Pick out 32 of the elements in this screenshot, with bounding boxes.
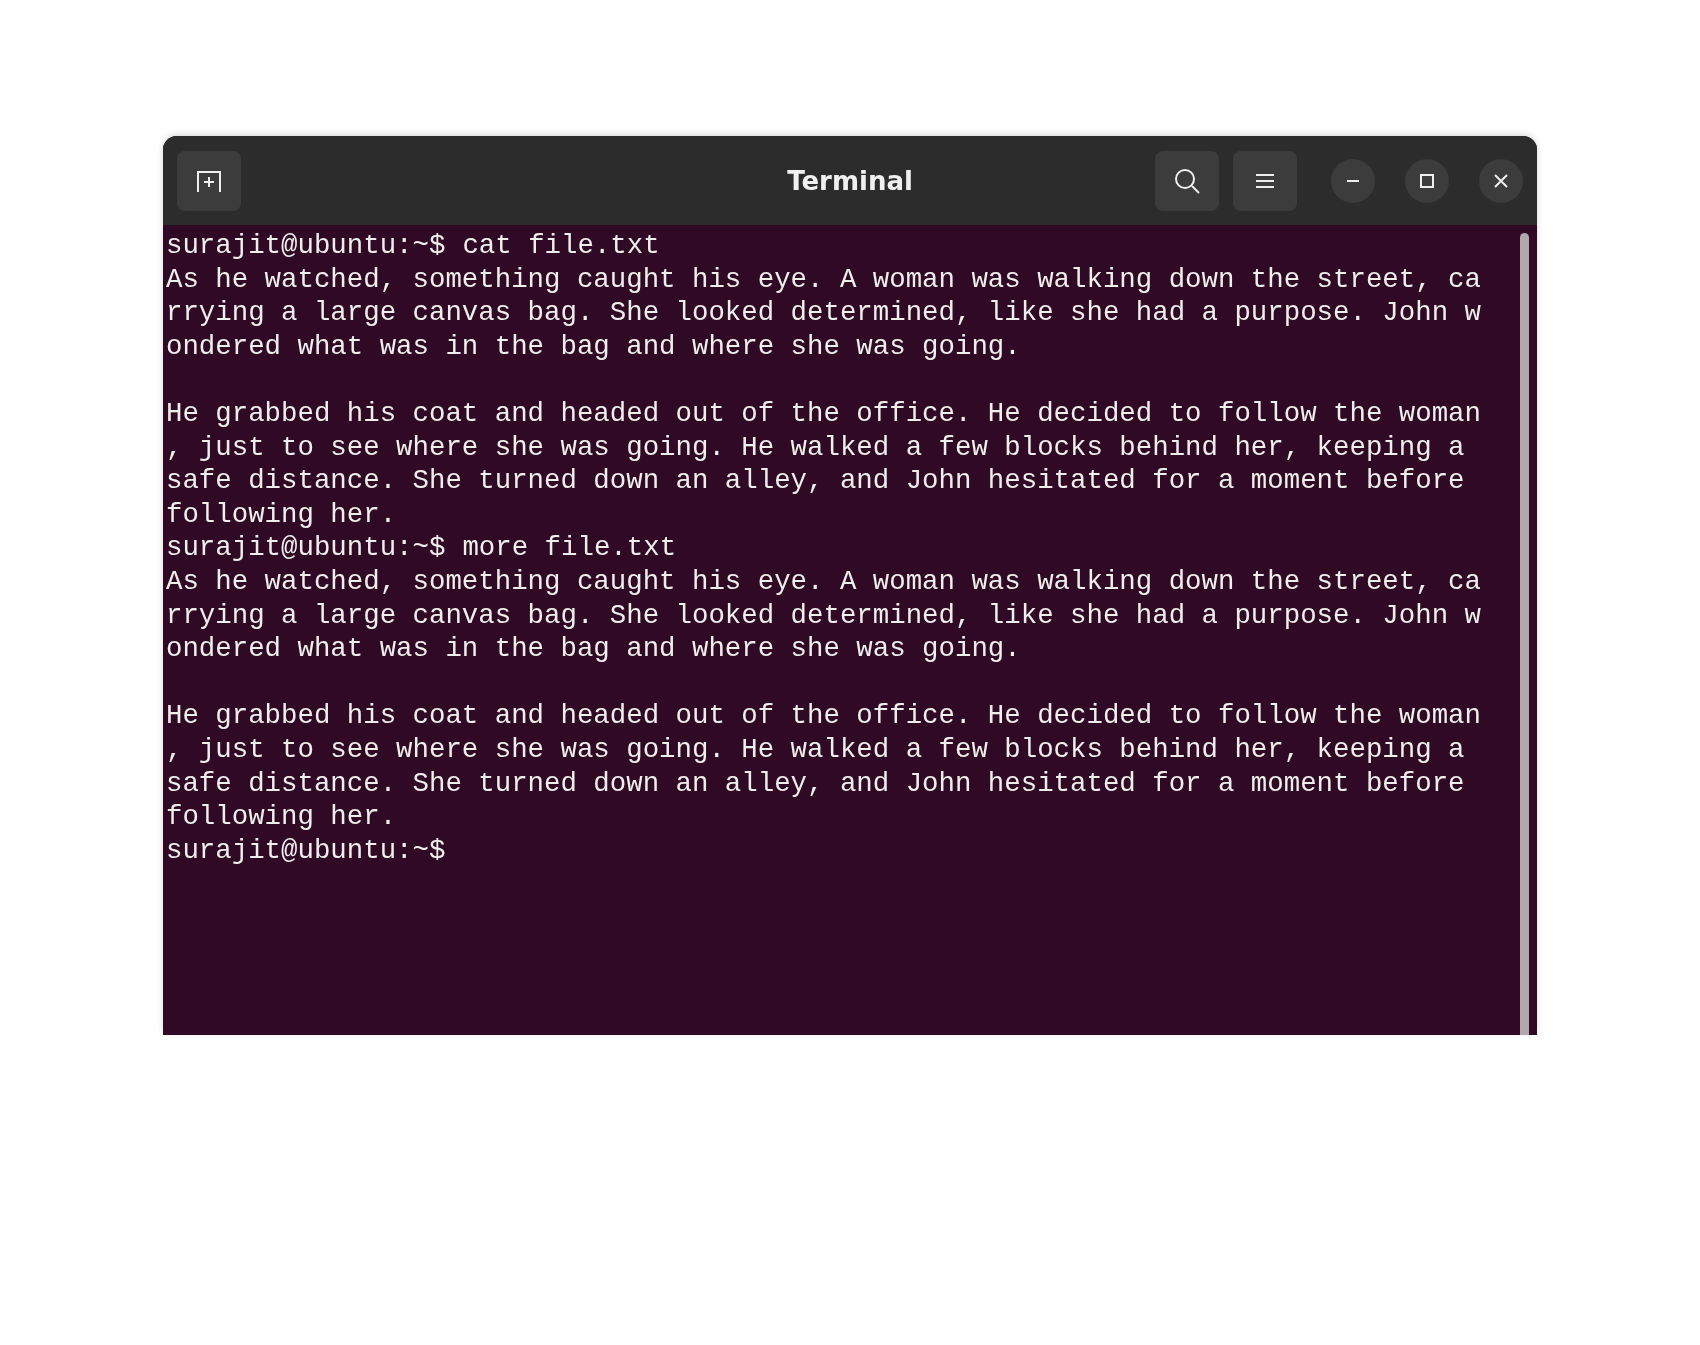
- output-line: safe distance. She turned down an alley, and John hesitated for a moment before: [166, 464, 1465, 498]
- scrollbar[interactable]: [1520, 233, 1529, 1035]
- output-line: He grabbed his coat and headed out of the office. He decided to follow the woman: [166, 396, 1481, 431]
- maximize-icon: [1420, 173, 1434, 188]
- new-tab-icon: [195, 168, 223, 193]
- search-icon: [1173, 166, 1201, 195]
- close-button[interactable]: [1479, 158, 1523, 203]
- minimize-icon: [1346, 178, 1360, 183]
- command-text: more file.txt: [462, 531, 677, 565]
- shell-prompt: surajit@ubuntu:~$: [166, 833, 446, 868]
- output-line: safe distance. She turned down an alley, and John hesitated for a moment before: [166, 766, 1465, 801]
- output-line: following her.: [166, 497, 397, 532]
- output-line: following her.: [166, 800, 397, 834]
- output-line: As he watched, something caught his eye. A woman was walking down the street, ca: [166, 564, 1481, 599]
- window-title: Terminal: [787, 165, 913, 196]
- maximize-button[interactable]: [1405, 158, 1449, 203]
- search-button[interactable]: [1155, 150, 1219, 211]
- output-line: ondered what was in the bag and where she was going.: [166, 632, 1021, 666]
- command-text: cat file.txt: [462, 229, 660, 263]
- output-line: rrying a large canvas bag. She looked determined, like she had a purpose. John w: [166, 598, 1481, 633]
- output-line: ondered what was in the bag and where she was going.: [166, 329, 1021, 364]
- close-icon: [1493, 172, 1509, 189]
- output-line: , just to see where she was going. He walked a few blocks behind her, keeping a: [166, 732, 1465, 767]
- menu-icon: [1255, 172, 1275, 189]
- output-line: rrying a large canvas bag. She looked determined, like she had a purpose. John w: [166, 296, 1481, 330]
- shell-prompt: surajit@ubuntu:~$: [166, 531, 446, 565]
- output-line: As he watched, something caught his eye. A woman was walking down the street, ca: [166, 262, 1481, 297]
- menu-button[interactable]: [1233, 150, 1297, 211]
- shell-prompt: surajit@ubuntu:~$: [166, 229, 446, 263]
- new-tab-button[interactable]: [177, 150, 241, 211]
- output-line: , just to see where she was going. He walked a few blocks behind her, keeping a: [166, 430, 1465, 465]
- output-line: He grabbed his coat and headed out of the office. He decided to follow the woman: [166, 699, 1481, 733]
